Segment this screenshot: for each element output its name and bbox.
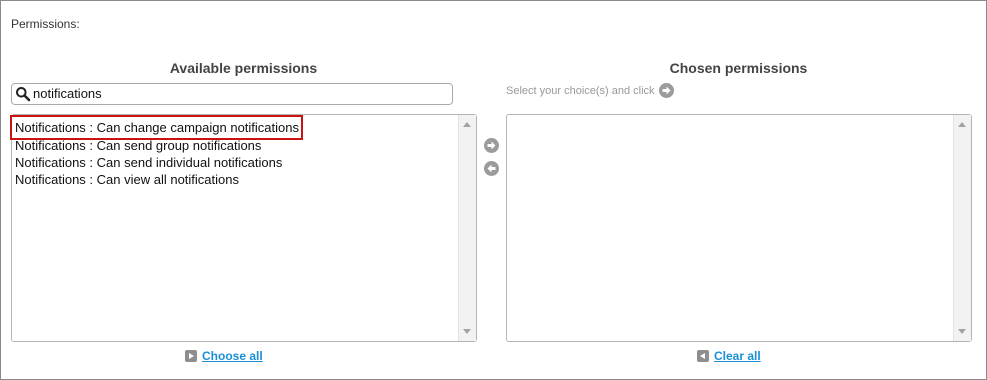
arrow-left-icon <box>487 164 496 173</box>
available-list-scrollbar[interactable] <box>458 115 476 341</box>
available-permissions-title: Available permissions <box>169 60 318 76</box>
permission-option[interactable]: Notifications : Can send group notificat… <box>14 137 456 154</box>
scroll-down-icon[interactable] <box>958 329 966 334</box>
transfer-controls <box>484 138 500 184</box>
permission-option[interactable]: Notifications : Can view all notificatio… <box>14 171 456 188</box>
permissions-label: Permissions: <box>11 17 80 31</box>
clear-all-control: Clear all <box>697 349 761 363</box>
chosen-help-text: Select your choice(s) and click <box>506 83 674 98</box>
permission-option-label: Notifications : Can change campaign noti… <box>10 115 303 140</box>
chosen-permissions-title: Chosen permissions <box>669 60 808 76</box>
help-text-label: Select your choice(s) and click <box>506 84 655 97</box>
clear-all-link[interactable]: Clear all <box>714 349 761 363</box>
arrow-right-icon <box>487 141 496 150</box>
permission-option[interactable]: Notifications : Can send individual noti… <box>14 154 456 171</box>
choose-all-link[interactable]: Choose all <box>202 349 263 363</box>
play-left-icon <box>697 350 709 362</box>
available-options: Notifications : Can change campaign noti… <box>10 115 456 188</box>
permission-option-label: Notifications : Can view all notificatio… <box>15 172 239 187</box>
permission-option-label: Notifications : Can send group notificat… <box>15 138 262 153</box>
scroll-up-icon[interactable] <box>463 122 471 127</box>
remove-selected-button[interactable] <box>484 161 499 176</box>
available-permissions-list[interactable]: Notifications : Can change campaign noti… <box>10 114 477 342</box>
arrow-right-icon <box>658 83 674 98</box>
permission-search-box <box>11 83 453 105</box>
search-input[interactable] <box>33 85 445 102</box>
choose-all-control: Choose all <box>185 349 263 363</box>
add-selected-button[interactable] <box>484 138 499 153</box>
chosen-permissions-list[interactable] <box>506 114 972 342</box>
search-icon <box>15 86 31 102</box>
chosen-list-scrollbar[interactable] <box>953 115 971 341</box>
scroll-down-icon[interactable] <box>463 329 471 334</box>
play-right-icon <box>185 350 197 362</box>
permission-option[interactable]: Notifications : Can change campaign noti… <box>10 115 456 140</box>
permission-option-label: Notifications : Can send individual noti… <box>15 155 283 170</box>
scroll-up-icon[interactable] <box>958 122 966 127</box>
permissions-widget: Permissions: Available permissions Chose… <box>0 0 987 380</box>
